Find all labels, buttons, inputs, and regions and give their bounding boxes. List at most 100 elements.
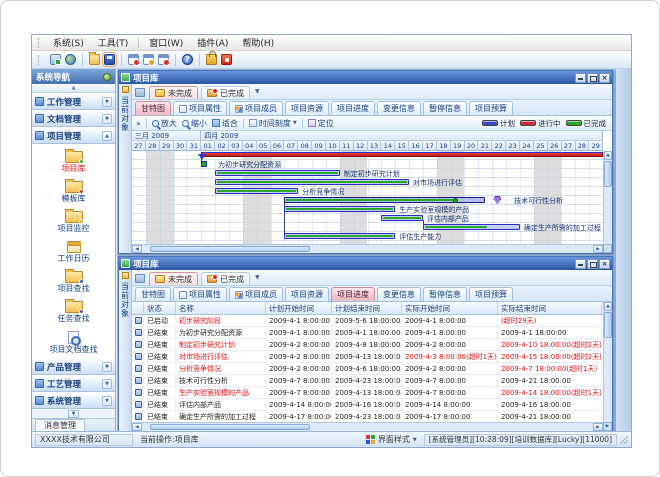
column-header-4[interactable]: 实际开始时间 (402, 302, 498, 314)
chevron-icon[interactable]: ▲ (102, 131, 112, 141)
table-row[interactable]: 已结束技术可行性分析2009-4-7 8:00:002009-4-23 18:0… (132, 375, 603, 387)
column-header-0[interactable]: 状态 (144, 302, 176, 314)
network-icon[interactable] (50, 54, 61, 65)
scroll-thumb[interactable] (150, 424, 310, 430)
gantt-bar[interactable] (215, 170, 340, 176)
sidebar-group[interactable]: 项目管理▲ (32, 127, 115, 144)
gantt-bar[interactable] (215, 188, 298, 194)
sidebar-collapse-button[interactable]: ▲ (32, 84, 115, 93)
project-add-icon[interactable] (128, 54, 139, 65)
fit-button[interactable]: 适合 (212, 118, 238, 129)
menu-item[interactable]: 系统(S) (46, 35, 91, 50)
sidebar-item-link[interactable]: 项目监控 (32, 207, 115, 237)
sidebar-item-link[interactable]: 工作日历 (32, 237, 115, 267)
table-hscrollbar[interactable]: ◀▶ (132, 422, 603, 431)
table-vscrollbar[interactable]: ▲▼ (603, 302, 612, 431)
panel-tab-2[interactable]: 项目成员 (229, 287, 283, 301)
maximize-button[interactable] (587, 73, 598, 83)
gantt-bar[interactable] (215, 179, 409, 185)
scroll-right-icon[interactable]: ▶ (593, 245, 603, 253)
gantt-bar[interactable] (284, 233, 395, 239)
minimize-button[interactable] (575, 259, 586, 269)
scroll-right-icon[interactable]: ▶ (593, 423, 603, 431)
close-button[interactable]: × (599, 73, 610, 83)
chevron-icon[interactable]: ▼ (102, 97, 112, 107)
tab-overflow-icon[interactable]: ▼ (255, 274, 260, 281)
minimize-button[interactable] (575, 73, 586, 83)
time-scale-button[interactable]: 时间刻度▼ (249, 118, 297, 129)
chevron-icon[interactable]: ▼ (102, 396, 112, 406)
save-button[interactable] (104, 54, 115, 65)
panel-tab-4[interactable]: 项目进度 (331, 101, 375, 115)
column-header-3[interactable]: 计划结束时间 (332, 302, 402, 314)
chevron-icon[interactable]: ▼ (102, 379, 112, 389)
gantt-hscrollbar[interactable]: ◀▶ (132, 244, 603, 253)
scroll-thumb[interactable] (604, 161, 612, 187)
table-row[interactable]: 已结束制定初步研究计划2009-4-2 8:00:002009-4-8 18:0… (132, 339, 603, 351)
panel-tab-2[interactable]: 项目成员 (229, 101, 283, 115)
more-button[interactable]: » (136, 119, 141, 128)
zoom-in-button[interactable]: 放大 (152, 118, 177, 129)
project-edit-icon[interactable] (143, 54, 154, 65)
table-row[interactable]: 已结束分析竞争情况2009-4-2 8:00:002009-4-6 18:00:… (132, 363, 603, 375)
sidebar-group[interactable]: 系统管理▼ (32, 392, 115, 409)
sidebar-item-link[interactable]: 项目查找 (32, 267, 115, 297)
folder-tab[interactable]: 已完成 (201, 272, 250, 285)
table-row[interactable]: 已启动初步研究阶段2009-4-1 8:00:002009-5-6 18:00:… (132, 315, 603, 327)
side-strip[interactable]: 当前对象 (119, 84, 132, 253)
folder-tab[interactable]: 未完成 (149, 272, 198, 285)
exit-icon[interactable] (221, 54, 232, 65)
sidebar-item-link[interactable]: 项目文档查找 (32, 327, 115, 357)
column-header-1[interactable]: 名称 (176, 302, 266, 314)
gantt-vscrollbar[interactable]: ▲▼ (603, 151, 612, 253)
sidebar-group[interactable]: 产品管理▼ (32, 358, 115, 375)
panel-tab-7[interactable]: 项目预算 (469, 287, 513, 301)
menu-item[interactable]: 插件(A) (190, 35, 235, 50)
chevron-icon[interactable]: ▼ (102, 114, 112, 124)
menu-item[interactable]: 窗口(W) (142, 35, 190, 50)
help-icon[interactable]: ? (182, 54, 193, 65)
resize-grip[interactable] (620, 436, 628, 444)
style-selector[interactable]: 界面样式 ▼ (362, 434, 421, 446)
table-row[interactable]: 已结束为初步研究分配资源2009-4-1 8:00:002009-4-1 18:… (132, 327, 603, 339)
sidebar-item-active[interactable]: 项目库 (32, 147, 115, 177)
gantt-bar[interactable] (284, 206, 395, 212)
table-row[interactable]: 已结束生产实验室规模的产品2009-4-7 8:00:002009-4-13 1… (132, 387, 603, 399)
scroll-thumb[interactable] (150, 246, 310, 252)
side-strip[interactable]: 当前对象 (119, 270, 132, 431)
table-row[interactable]: 已结束确定生产所需的加工过程2009-4-17 8:00:002009-4-23… (132, 411, 603, 422)
panel-tab-5[interactable]: 变更信息 (377, 287, 421, 301)
panel-tab-7[interactable]: 项目预算 (469, 101, 513, 115)
panel-tab-0[interactable]: 甘特图 (135, 101, 171, 115)
sidebar-group[interactable]: 工作管理▼ (32, 93, 115, 110)
scroll-up-icon[interactable]: ▲ (604, 151, 612, 160)
folder-tab[interactable]: 未完成 (149, 86, 198, 99)
panel-tab-0[interactable]: 甘特图 (135, 287, 171, 301)
web-icon[interactable] (65, 54, 76, 65)
panel-tab-4[interactable]: 项目进度 (331, 287, 375, 301)
sidebar-group[interactable]: 文档管理▼ (32, 110, 115, 127)
table-row[interactable]: 已结束评估内部产品2009-4-14 8:00:002009-4-16 18:0… (132, 399, 603, 411)
sidebar-item-link[interactable]: 模板库 (32, 177, 115, 207)
scroll-thumb[interactable] (604, 312, 612, 338)
panel-tab-5[interactable]: 变更信息 (377, 101, 421, 115)
scroll-left-icon[interactable]: ◀ (132, 423, 142, 431)
table-window-titlebar[interactable]: 项目库 × (119, 257, 612, 270)
message-management-tab[interactable]: 消息管理 (35, 419, 85, 431)
lock-icon[interactable] (206, 54, 217, 65)
panel-tab-3[interactable]: 项目资源 (285, 287, 329, 301)
sidebar-item-link[interactable]: 任务查找 (32, 297, 115, 327)
locate-button[interactable]: 定位 (308, 118, 334, 129)
chevron-icon[interactable]: ▼ (102, 362, 112, 372)
tab-overflow-icon[interactable]: ▼ (255, 88, 260, 95)
column-header-5[interactable]: 实际结束时间 (498, 302, 602, 314)
pin-icon[interactable] (103, 73, 111, 81)
folder-tab[interactable]: 已完成 (201, 86, 250, 99)
panel-tab-1[interactable]: 项目属性 (173, 101, 227, 115)
panel-tab-1[interactable]: 项目属性 (173, 287, 227, 301)
menu-item[interactable]: 帮助(H) (235, 35, 281, 50)
maximize-button[interactable] (587, 259, 598, 269)
zoom-out-button[interactable]: 缩小 (182, 118, 207, 129)
project-remove-icon[interactable] (158, 54, 169, 65)
sidebar-group[interactable]: 工艺管理▼ (32, 375, 115, 392)
